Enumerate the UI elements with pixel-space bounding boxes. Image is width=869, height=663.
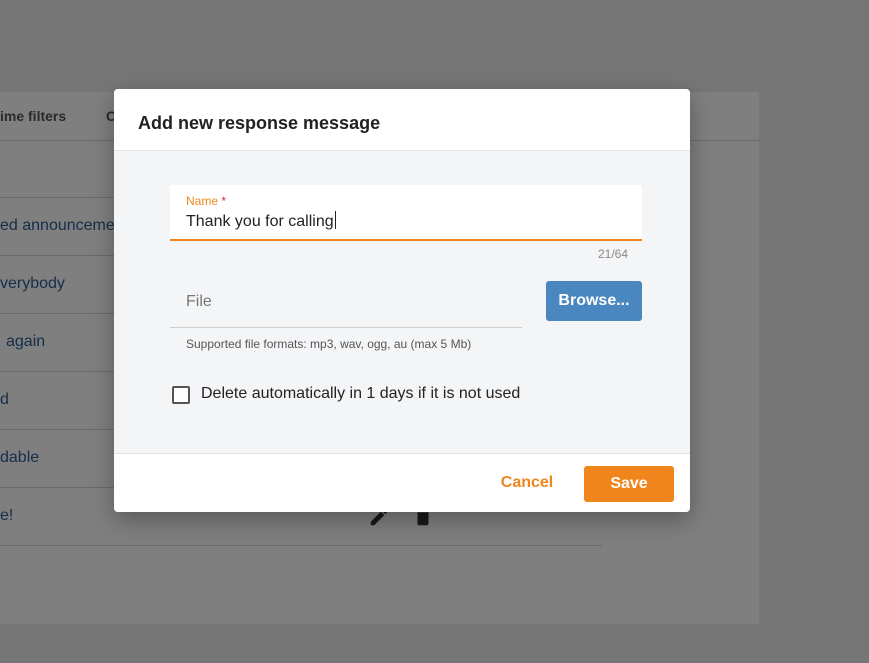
text-caret: [334, 211, 336, 229]
name-label: Name *: [186, 194, 226, 208]
file-input[interactable]: File: [170, 279, 522, 328]
dialog-title: Add new response message: [138, 113, 381, 133]
name-value-text: Thank you for calling: [186, 213, 334, 230]
add-response-message-dialog: Add new response message Name * Thank yo…: [114, 89, 690, 512]
name-label-text: Name: [186, 194, 219, 208]
browse-button[interactable]: Browse...: [546, 281, 642, 321]
file-placeholder: File: [186, 293, 212, 310]
auto-delete-label[interactable]: Delete automatically in 1 days if it is …: [201, 385, 520, 403]
auto-delete-checkbox[interactable]: [172, 386, 190, 404]
required-mark: *: [221, 194, 227, 208]
dialog-header: Add new response message: [114, 89, 690, 151]
name-value[interactable]: Thank you for calling: [186, 211, 336, 231]
dialog-footer: Cancel Save: [114, 453, 690, 512]
name-input[interactable]: Name * Thank you for calling: [170, 185, 642, 241]
cancel-button[interactable]: Cancel: [488, 466, 566, 500]
file-format-hint: Supported file formats: mp3, wav, ogg, a…: [186, 337, 472, 351]
character-counter: 21/64: [598, 247, 629, 261]
save-button[interactable]: Save: [584, 466, 674, 502]
